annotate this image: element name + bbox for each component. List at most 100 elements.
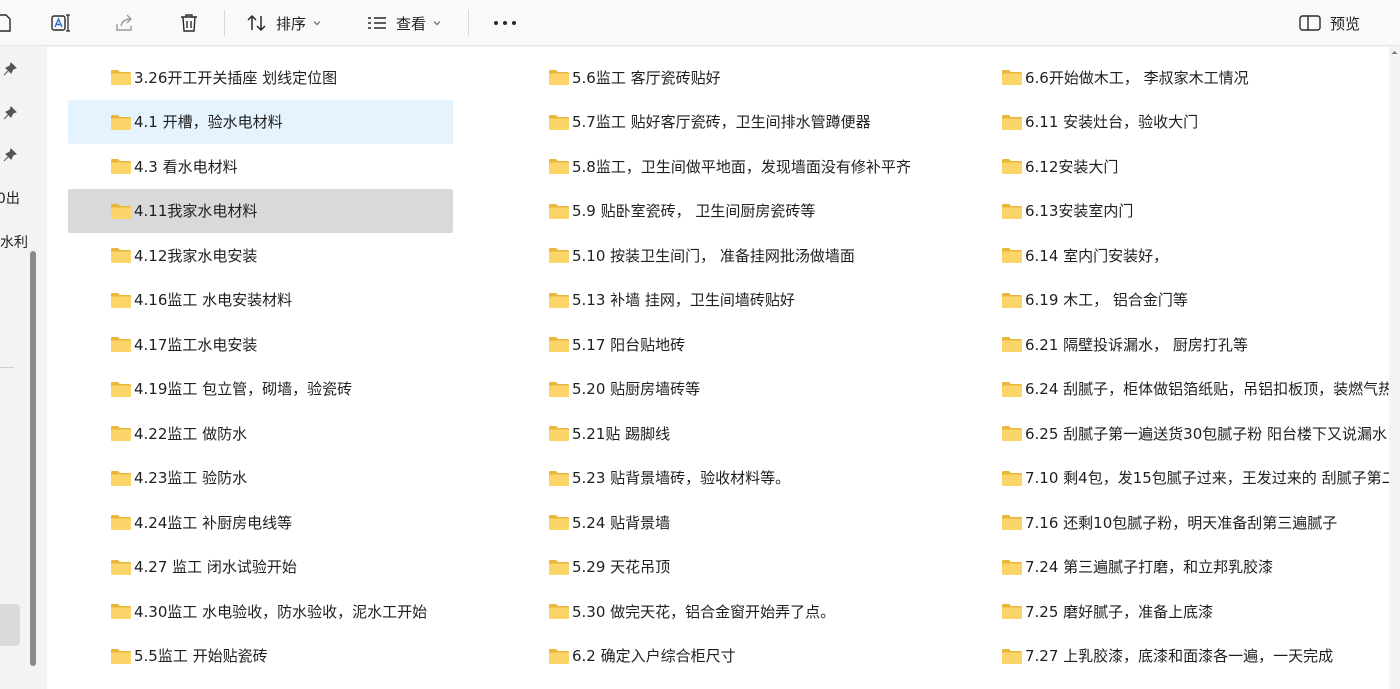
folder-item[interactable]: 4.12我家水电安装 bbox=[68, 233, 453, 277]
folder-icon bbox=[548, 157, 570, 175]
folder-icon bbox=[1001, 291, 1023, 309]
folder-item[interactable]: 5.30 做完天花，铝合金窗开始弄了点。 bbox=[506, 589, 926, 633]
folder-item[interactable]: 5.23 贴背景墙砖，验收材料等。 bbox=[506, 456, 926, 500]
pin-icon bbox=[3, 62, 17, 76]
folder-icon bbox=[1001, 558, 1023, 576]
folder-item[interactable]: 5.7监工 贴好客厅瓷砖，卫生间排水管蹲便器 bbox=[506, 100, 926, 144]
folder-item[interactable]: 6.25 刮腻子第一遍送货30包腻子粉 阳台楼下又说漏水 bbox=[959, 411, 1389, 455]
preview-label: 预览 bbox=[1330, 14, 1361, 33]
view-button[interactable]: 查看 bbox=[366, 6, 442, 40]
folder-item[interactable]: 4.22监工 做防水 bbox=[68, 411, 453, 455]
folder-item[interactable]: 7.24 第三遍腻子打磨，和立邦乳胶漆 bbox=[959, 545, 1389, 589]
folder-name: 5.8监工，卫生间做平地面，发现墙面没有修补平齐 bbox=[572, 157, 911, 176]
folder-item[interactable]: 5.21贴 踢脚线 bbox=[506, 411, 926, 455]
nav-scrollbar[interactable] bbox=[30, 251, 36, 666]
folder-icon bbox=[548, 469, 570, 487]
share-button[interactable] bbox=[114, 6, 136, 40]
folder-item[interactable]: 4.19监工 包立管，砌墙，验瓷砖 bbox=[68, 367, 453, 411]
rename-button[interactable] bbox=[50, 6, 72, 40]
nav-selected-item[interactable] bbox=[0, 604, 20, 646]
new-icon bbox=[0, 14, 11, 32]
folder-name: 5.20 贴厨房墙砖等 bbox=[572, 380, 701, 398]
folder-name: 5.24 贴背景墙 bbox=[572, 513, 671, 532]
folder-item[interactable]: 4.11我家水电材料 bbox=[68, 188, 453, 233]
folder-item[interactable]: 4.3 看水电材料 bbox=[68, 144, 453, 188]
folder-icon bbox=[548, 602, 570, 620]
folder-item[interactable]: 5.5监工 开始贴瓷砖 bbox=[68, 634, 453, 678]
share-icon bbox=[116, 14, 132, 31]
folder-item[interactable]: 4.17监工水电安装 bbox=[68, 322, 453, 366]
file-list-scrollbar[interactable] bbox=[1389, 47, 1400, 689]
folder-icon bbox=[110, 380, 132, 398]
folder-item[interactable]: 6.13安装室内门 bbox=[959, 189, 1389, 233]
scroll-up-icon[interactable] bbox=[1391, 49, 1398, 56]
folder-item[interactable]: 4.27 监工 闭水试验开始 bbox=[68, 545, 453, 589]
toolbar-divider bbox=[224, 10, 225, 36]
folder-item[interactable]: 4.24监工 补厨房电线等 bbox=[68, 500, 453, 544]
folder-icon bbox=[110, 113, 132, 131]
folder-item[interactable]: 6.24 刮腻子，柜体做铝箔纸贴，吊铝扣板顶，装燃气热水器 bbox=[959, 367, 1389, 411]
preview-pane-button[interactable]: 预览 bbox=[1298, 6, 1360, 40]
folder-item[interactable]: 5.10 按装卫生间门， 准备挂网批汤做墙面 bbox=[506, 233, 926, 277]
folder-item[interactable]: 6.21 隔壁投诉漏水， 厨房打孔等 bbox=[959, 322, 1389, 366]
folder-item[interactable]: 5.20 贴厨房墙砖等 bbox=[506, 367, 926, 411]
navigation-pane: 00出 水利 bbox=[0, 47, 44, 689]
folder-icon bbox=[110, 424, 132, 442]
folder-item[interactable]: 7.25 磨好腻子，准备上底漆 bbox=[959, 589, 1389, 633]
folder-item[interactable]: 5.8监工，卫生间做平地面，发现墙面没有修补平齐 bbox=[506, 144, 926, 188]
folder-icon bbox=[1001, 602, 1023, 620]
rename-icon bbox=[51, 14, 70, 32]
folder-item[interactable]: 7.16 还剩10包腻子粉，明天准备刮第三遍腻子 bbox=[959, 500, 1389, 544]
folder-name: 4.23监工 验防水 bbox=[134, 469, 248, 487]
folder-name: 4.19监工 包立管，砌墙，验瓷砖 bbox=[134, 380, 353, 398]
folder-item[interactable]: 5.29 天花吊顶 bbox=[506, 545, 926, 589]
folder-item[interactable]: 5.13 补墙 挂网，卫生间墙砖贴好 bbox=[506, 278, 926, 322]
folder-item[interactable]: 5.24 贴背景墙 bbox=[506, 500, 926, 544]
folder-item[interactable]: 5.17 阳台贴地砖 bbox=[506, 322, 926, 366]
folder-icon bbox=[110, 291, 132, 309]
folder-item[interactable]: 4.23监工 验防水 bbox=[68, 456, 453, 500]
chevron-down-icon bbox=[313, 21, 321, 26]
folder-name: 4.27 监工 闭水试验开始 bbox=[134, 558, 297, 576]
sort-label: 排序 bbox=[276, 14, 307, 33]
delete-button[interactable] bbox=[178, 6, 200, 40]
nav-divider bbox=[0, 367, 14, 368]
command-bar: 排序 查看 预览 bbox=[0, 0, 1400, 46]
folder-item[interactable]: 4.30监工 水电验收，防水验收，泥水工开始 bbox=[68, 589, 453, 633]
folder-item[interactable]: 6.14 室内门安装好， bbox=[959, 233, 1389, 277]
folder-item[interactable]: 3.26开工开关插座 划线定位图 bbox=[68, 55, 453, 99]
folder-item[interactable]: 7.10 剩4包，发15包腻子过来，王发过来的 刮腻子第二遍 bbox=[959, 456, 1389, 500]
folder-item[interactable]: 5.6监工 客厅瓷砖贴好 bbox=[506, 55, 926, 99]
folder-icon bbox=[110, 513, 132, 531]
trash-icon bbox=[181, 14, 197, 32]
folder-item[interactable]: 6.2 确定入户综合柜尺寸 bbox=[506, 634, 926, 678]
sort-button[interactable]: 排序 bbox=[246, 6, 322, 40]
folder-name: 5.29 天花吊顶 bbox=[572, 558, 671, 576]
folder-icon bbox=[110, 68, 132, 86]
folder-name: 4.24监工 补厨房电线等 bbox=[134, 513, 293, 532]
folder-item[interactable]: 6.12安装大门 bbox=[959, 144, 1389, 188]
folder-item[interactable]: 4.1 开槽，验水电材料 bbox=[68, 99, 453, 144]
nav-item-truncated-2[interactable]: 水利 bbox=[0, 232, 28, 252]
folder-item[interactable]: 6.19 木工， 铝合金门等 bbox=[959, 278, 1389, 322]
folder-name: 5.17 阳台贴地砖 bbox=[572, 335, 686, 354]
folder-name: 7.10 剩4包，发15包腻子过来，王发过来的 刮腻子第二遍 bbox=[1025, 469, 1389, 487]
folder-item[interactable]: 6.11 安装灶台，验收大门 bbox=[959, 100, 1389, 144]
folder-icon bbox=[548, 291, 570, 309]
folder-icon bbox=[110, 469, 132, 487]
folder-item[interactable]: 6.6开始做木工， 李叔家木工情况 bbox=[959, 55, 1389, 99]
folder-icon bbox=[1001, 469, 1023, 487]
folder-item[interactable]: 5.9 贴卧室瓷砖， 卫生间厨房瓷砖等 bbox=[506, 189, 926, 233]
view-label: 查看 bbox=[396, 14, 427, 33]
folder-name: 4.16监工 水电安装材料 bbox=[134, 291, 293, 309]
folder-item[interactable]: 7.27 上乳胶漆，底漆和面漆各一遍，一天完成 bbox=[959, 634, 1389, 678]
new-button[interactable] bbox=[0, 6, 12, 40]
more-options-button[interactable] bbox=[492, 6, 518, 40]
folder-name: 6.11 安装灶台，验收大门 bbox=[1025, 113, 1199, 131]
toolbar-divider bbox=[468, 10, 469, 36]
folder-icon bbox=[1001, 157, 1023, 175]
folder-item[interactable]: 4.16监工 水电安装材料 bbox=[68, 278, 453, 322]
folder-name: 7.24 第三遍腻子打磨，和立邦乳胶漆 bbox=[1025, 558, 1274, 576]
folder-name: 5.21贴 踢脚线 bbox=[572, 424, 671, 443]
nav-item-truncated-1[interactable]: 00出 bbox=[0, 188, 20, 208]
